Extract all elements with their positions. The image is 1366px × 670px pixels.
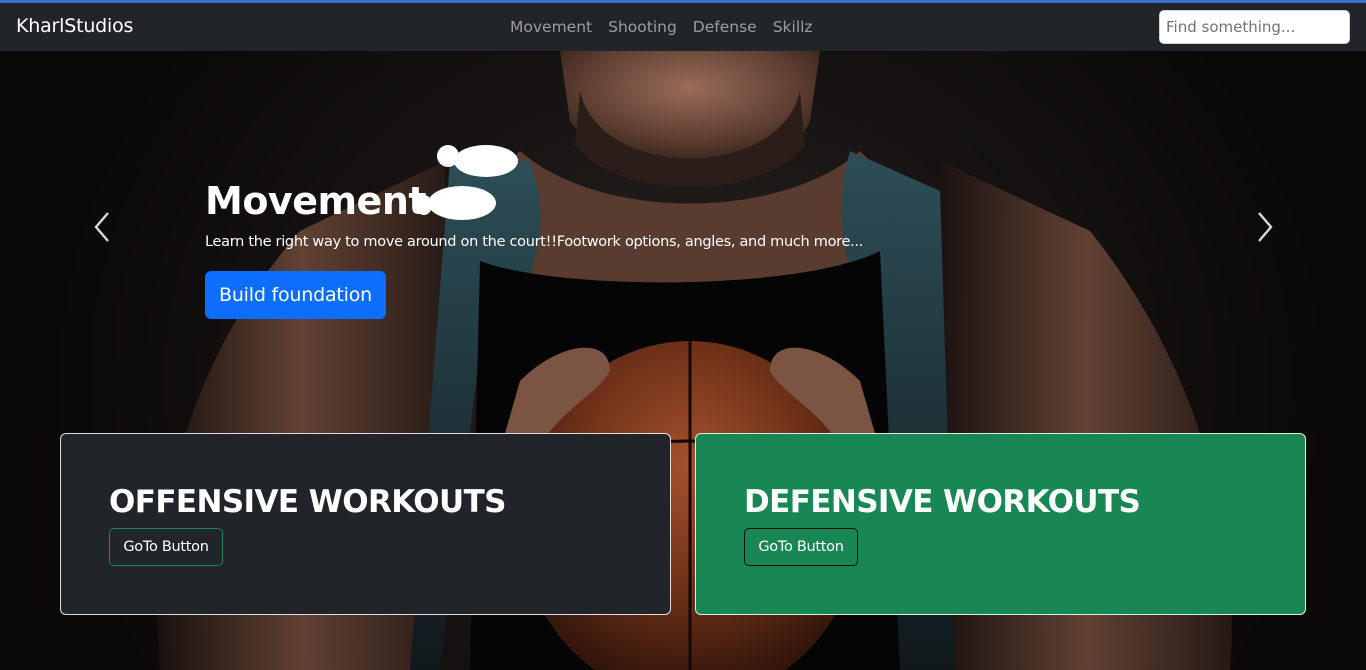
defensive-workouts-card: DEFENSIVE WORKOUTS GoTo Button xyxy=(695,433,1306,615)
nav-link-skillz[interactable]: Skillz xyxy=(765,17,821,37)
top-accent-line xyxy=(0,0,1366,3)
carousel-title: Movement xyxy=(205,179,427,223)
carousel-text: Learn the right way to move around on th… xyxy=(205,234,864,250)
nav-link-movement[interactable]: Movement xyxy=(502,17,600,37)
offensive-workouts-card: OFFENSIVE WORKOUTS GoTo Button xyxy=(60,433,671,615)
card-title: DEFENSIVE WORKOUTS xyxy=(744,484,1141,520)
carousel-prev-icon[interactable] xyxy=(88,209,118,245)
nav-link-shooting[interactable]: Shooting xyxy=(600,17,685,37)
footprints-icon xyxy=(416,145,518,220)
hero-carousel: Movement Learn the right way to move aro… xyxy=(0,51,1366,670)
nav-link-defense[interactable]: Defense xyxy=(685,17,765,37)
build-foundation-button[interactable]: Build foundation xyxy=(205,271,386,319)
goto-button[interactable]: GoTo Button xyxy=(109,528,223,566)
search-input[interactable] xyxy=(1159,10,1350,44)
carousel-next-icon[interactable] xyxy=(1249,209,1279,245)
goto-button[interactable]: GoTo Button xyxy=(744,528,858,566)
navbar: KharlStudios Movement Shooting Defense S… xyxy=(0,3,1366,51)
nav-links: Movement Shooting Defense Skillz xyxy=(502,17,821,37)
brand-logo[interactable]: KharlStudios xyxy=(16,15,133,37)
card-title: OFFENSIVE WORKOUTS xyxy=(109,484,507,520)
